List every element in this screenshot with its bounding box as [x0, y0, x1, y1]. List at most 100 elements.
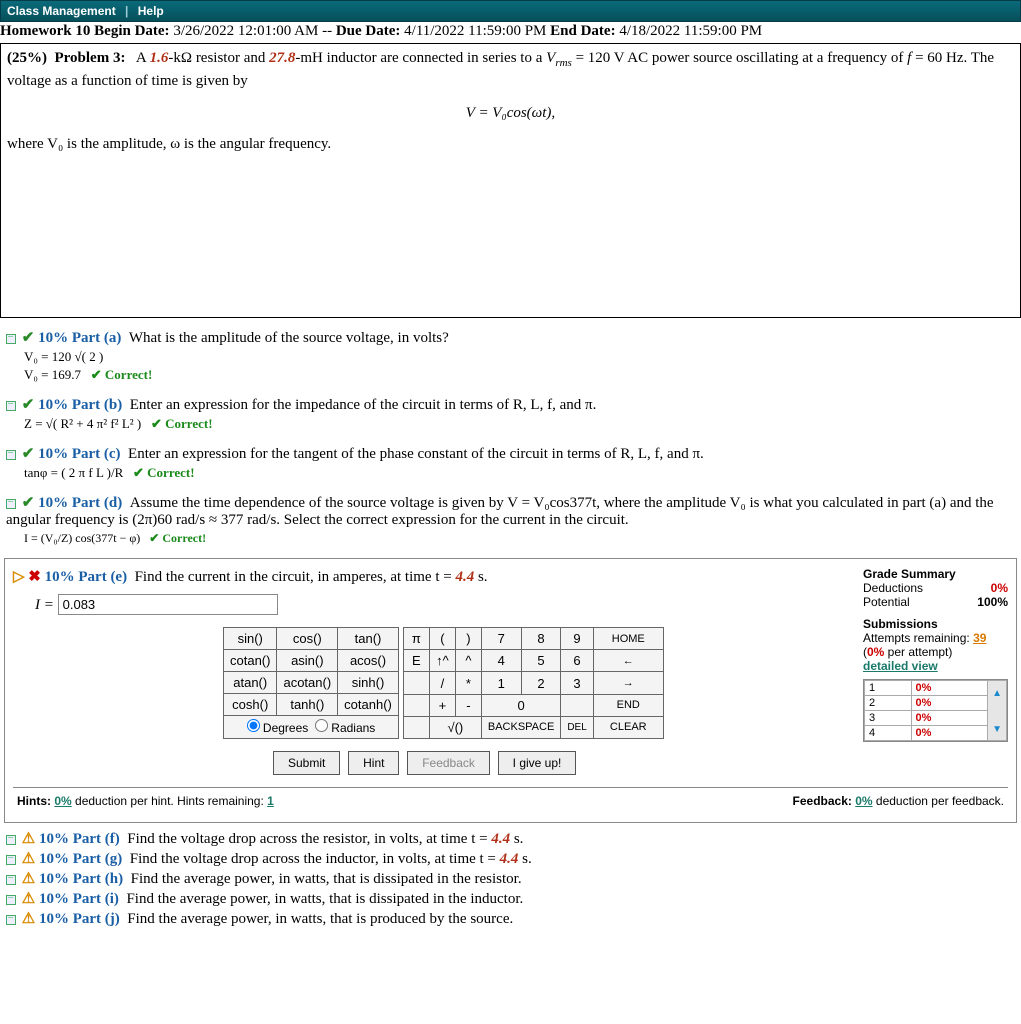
part-j: ⚠ 10% Part (j) Find the average power, i…	[0, 909, 1021, 928]
key-2[interactable]: 2	[521, 672, 561, 694]
part-g: ⚠ 10% Part (g) Find the voltage drop acr…	[0, 849, 1021, 868]
warn-icon: ⚠	[22, 831, 35, 847]
key-power[interactable]: ^	[455, 650, 481, 672]
answer-input[interactable]	[58, 594, 278, 615]
hints-bar: Hints: 0% deduction per hint. Hints rema…	[13, 787, 1008, 814]
key-mul[interactable]: *	[455, 672, 481, 694]
key-backspace[interactable]: BACKSPACE	[481, 716, 560, 738]
key-1[interactable]: 1	[481, 672, 521, 694]
mode-degrees[interactable]: Degrees	[247, 721, 309, 735]
subs-title: Submissions	[863, 617, 1008, 631]
key-div[interactable]: /	[429, 672, 455, 694]
key-lparen[interactable]: (	[429, 628, 455, 650]
key-minus[interactable]: -	[455, 694, 481, 716]
fn-sin[interactable]: sin()	[224, 628, 277, 650]
collapse-icon[interactable]	[6, 835, 16, 845]
part-j-text: Find the average power, in watts, that i…	[127, 911, 513, 927]
collapse-icon[interactable]	[6, 450, 16, 460]
key-7[interactable]: 7	[481, 628, 521, 650]
deductions-label: Deductions	[863, 581, 959, 595]
part-d: ✔ 10% Part (d) Assume the time dependenc…	[0, 493, 1021, 546]
key-e[interactable]: E	[403, 650, 429, 672]
key-pi[interactable]: π	[403, 628, 429, 650]
problem-label: Problem 3:	[55, 50, 126, 66]
x-icon: ✖	[28, 569, 41, 585]
hw-due-label: Due Date:	[336, 23, 401, 39]
value-l: 27.8	[269, 50, 295, 66]
fn-cos[interactable]: cos()	[277, 628, 338, 650]
correct-label: ✔ Correct!	[91, 367, 153, 382]
check-icon: ✔	[22, 330, 35, 346]
key-5[interactable]: 5	[521, 650, 561, 672]
submit-button[interactable]: Submit	[273, 751, 340, 775]
part-a-label: 10% Part (a)	[38, 330, 121, 346]
fn-cotanh[interactable]: cotanh()	[338, 694, 399, 716]
giveup-button[interactable]: I give up!	[498, 751, 577, 775]
key-home[interactable]: HOME	[593, 628, 663, 650]
fn-asin[interactable]: asin()	[277, 650, 338, 672]
key-del[interactable]: DEL	[561, 716, 593, 738]
attempt-row: 4	[865, 726, 912, 741]
hints-remaining: 1	[267, 794, 274, 808]
part-c-text: Enter an expression for the tangent of t…	[128, 446, 704, 462]
fn-tan[interactable]: tan()	[338, 628, 399, 650]
key-plus[interactable]: +	[429, 694, 455, 716]
collapse-icon[interactable]	[6, 895, 16, 905]
fn-cotan[interactable]: cotan()	[224, 650, 277, 672]
fn-atan[interactable]: atan()	[224, 672, 277, 694]
collapse-icon[interactable]	[6, 915, 16, 925]
key-9[interactable]: 9	[561, 628, 593, 650]
fn-cosh[interactable]: cosh()	[224, 694, 277, 716]
part-c: ✔ 10% Part (c) Enter an expression for t…	[0, 444, 1021, 481]
key-blank	[403, 716, 429, 738]
correct-label: ✔ Correct!	[149, 531, 206, 545]
collapse-icon[interactable]	[6, 499, 16, 509]
fn-sinh[interactable]: sinh()	[338, 672, 399, 694]
fn-acotan[interactable]: acotan()	[277, 672, 338, 694]
key-6[interactable]: 6	[561, 650, 593, 672]
expand-icon[interactable]: ▷	[13, 569, 25, 585]
key-8[interactable]: 8	[521, 628, 561, 650]
key-right[interactable]: →	[593, 672, 663, 694]
feedback-button: Feedback	[407, 751, 490, 775]
collapse-icon[interactable]	[6, 875, 16, 885]
key-clear[interactable]: CLEAR	[593, 716, 663, 738]
key-3[interactable]: 3	[561, 672, 593, 694]
key-sqrt[interactable]: √()	[429, 716, 481, 738]
nav-help[interactable]: Help	[138, 4, 164, 18]
part-a-text: What is the amplitude of the source volt…	[129, 330, 449, 346]
part-b-text: Enter an expression for the impedance of…	[130, 397, 597, 413]
nav-class-management[interactable]: Class Management	[7, 4, 116, 18]
check-icon: ✔	[22, 397, 35, 413]
mode-radians[interactable]: Radians	[315, 721, 375, 735]
key-0[interactable]: 0	[481, 694, 560, 716]
key-left[interactable]: ←	[593, 650, 663, 672]
hint-button[interactable]: Hint	[348, 751, 399, 775]
hints-pct: 0%	[54, 794, 71, 808]
attempt-row: 1	[865, 681, 912, 696]
correct-label: ✔ Correct!	[151, 416, 213, 431]
detailed-view-link[interactable]: detailed view	[863, 659, 938, 673]
feedback-tail: deduction per feedback.	[876, 794, 1004, 808]
fn-tanh[interactable]: tanh()	[277, 694, 338, 716]
key-4[interactable]: 4	[481, 650, 521, 672]
attempts-val: 39	[973, 631, 986, 645]
num-keypad: π ( ) 7 8 9 HOME E ↑^ ^ 4 5 6 ←	[403, 627, 664, 739]
fn-acos[interactable]: acos()	[338, 650, 399, 672]
vrms-sub: rms	[555, 57, 572, 69]
key-up[interactable]: ↑^	[429, 650, 455, 672]
collapse-icon[interactable]	[6, 334, 16, 344]
attempts-label: Attempts remaining:	[863, 631, 970, 645]
scrollbar[interactable]: ▲▼	[988, 681, 1007, 741]
hw-end-label: End Date:	[550, 23, 615, 39]
collapse-icon[interactable]	[6, 855, 16, 865]
txt: s.	[522, 851, 532, 867]
txt: s.	[478, 569, 488, 585]
fn-keypad: sin()cos()tan() cotan()asin()acos() atan…	[223, 627, 399, 739]
collapse-icon[interactable]	[6, 401, 16, 411]
hw-end: 4/18/2022 11:59:00 PM	[619, 23, 762, 39]
key-rparen[interactable]: )	[455, 628, 481, 650]
attempt-row: 2	[865, 696, 912, 711]
part-b: ✔ 10% Part (b) Enter an expression for t…	[0, 395, 1021, 432]
key-end[interactable]: END	[593, 694, 663, 716]
